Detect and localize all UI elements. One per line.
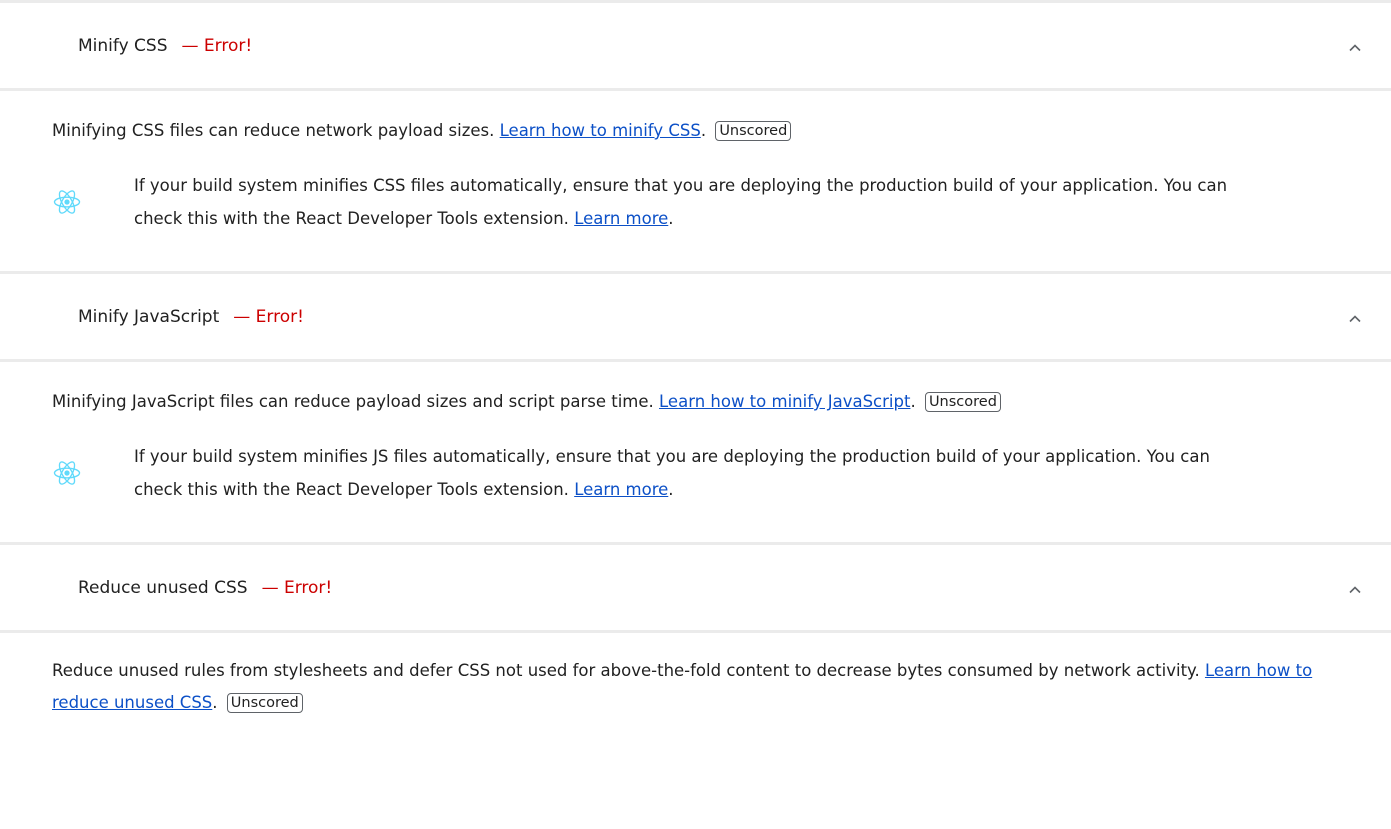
audit-header-minify-css[interactable]: Minify CSS — Error! [0,3,1391,91]
learn-more-link[interactable]: Learn more [574,209,668,228]
audit-body-reduce-unused-css: Reduce unused rules from stylesheets and… [0,633,1391,719]
audit-title: Minify CSS [78,35,168,56]
description-text: Minifying JavaScript files can reduce pa… [52,392,660,411]
audit-header-reduce-unused-css[interactable]: Reduce unused CSS — Error! [0,545,1391,633]
learn-more-link[interactable]: Learn more [574,480,668,499]
audit-title: Reduce unused CSS [78,577,248,598]
stack-pack-text: If your build system minifies JS files a… [134,440,1254,506]
audit-list: Minify CSS — Error! Minifying CSS files … [0,0,1391,719]
audit-body-minify-css: Minifying CSS files can reduce network p… [0,91,1391,274]
react-icon [53,461,81,485]
chevron-up-icon[interactable] [1347,582,1363,598]
unscored-badge: Unscored [715,121,792,141]
audit-error-status: — Error! [261,577,333,598]
punctuation: . [212,693,218,712]
chevron-up-icon[interactable] [1347,311,1363,327]
unscored-badge: Unscored [226,693,303,713]
audit-error-status: — Error! [233,306,304,327]
audit-description: Minifying JavaScript files can reduce pa… [0,362,1391,418]
stack-pack-react: If your build system minifies CSS files … [0,147,1391,271]
description-text: Minifying CSS files can reduce network p… [52,121,500,140]
audit-description: Minifying CSS files can reduce network p… [0,91,1391,147]
learn-how-link[interactable]: Learn how to minify JavaScript [659,392,910,411]
chevron-up-icon[interactable] [1347,40,1363,56]
audit-error-status: — Error! [181,35,253,56]
description-text: Reduce unused rules from stylesheets and… [52,661,1205,680]
audit-description: Reduce unused rules from stylesheets and… [0,633,1391,719]
audit-header-minify-javascript[interactable]: Minify JavaScript — Error! [0,274,1391,362]
audit-body-minify-javascript: Minifying JavaScript files can reduce pa… [0,362,1391,545]
stack-pack-text: If your build system minifies CSS files … [134,169,1254,235]
stack-pack-description: If your build system minifies CSS files … [134,176,1228,228]
learn-how-link[interactable]: Learn how to minify CSS [500,121,701,140]
punctuation: . [668,480,674,499]
audit-title: Minify JavaScript [78,306,220,327]
punctuation: . [700,121,707,140]
punctuation: . [668,209,674,228]
stack-pack-react: If your build system minifies JS files a… [0,418,1391,542]
unscored-badge: Unscored [924,392,1001,412]
punctuation: . [910,392,916,411]
react-icon [53,190,81,214]
